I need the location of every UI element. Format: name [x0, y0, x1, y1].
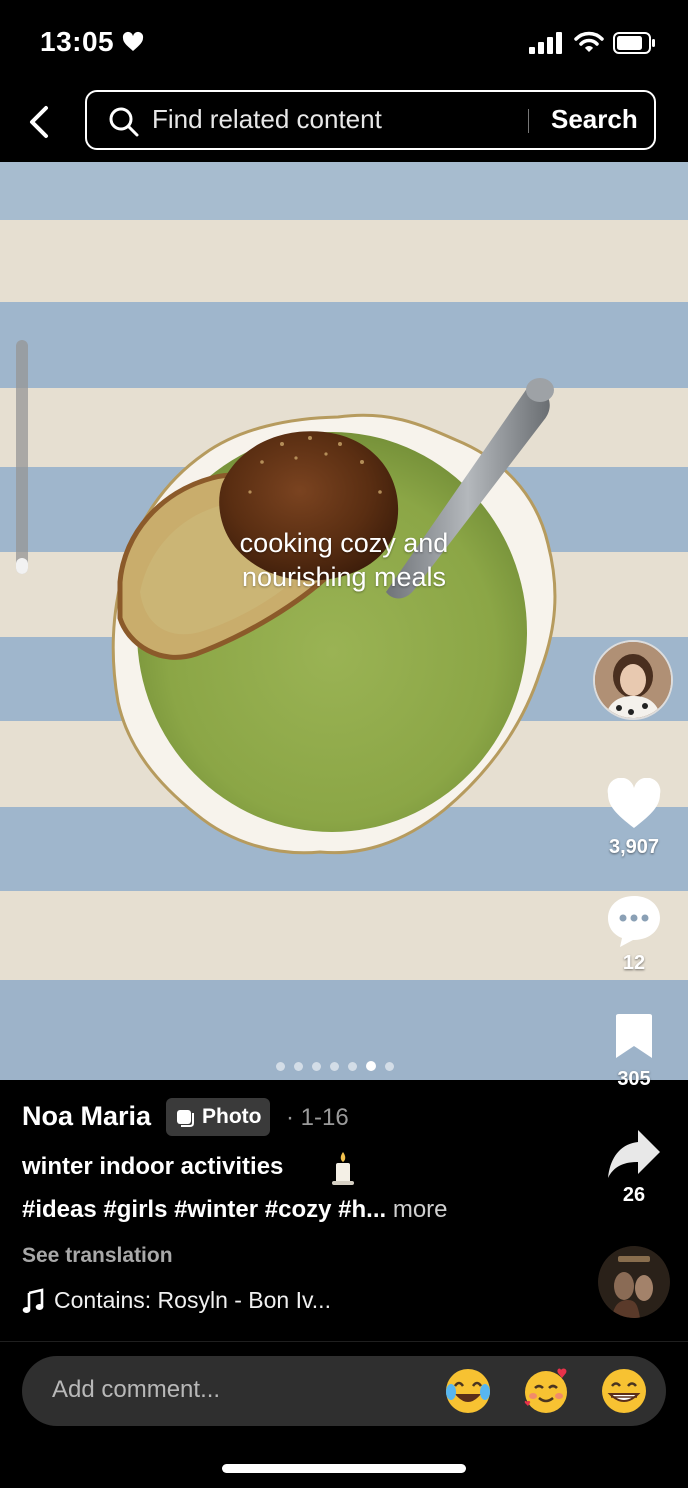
- battery-icon: [613, 32, 655, 54]
- home-indicator[interactable]: [222, 1464, 466, 1473]
- divider: [0, 1341, 688, 1342]
- post-hashtags[interactable]: #ideas #girls #winter #cozy #h... more: [22, 1196, 448, 1224]
- post-photo[interactable]: [0, 162, 688, 1080]
- heart-icon[interactable]: [606, 778, 662, 830]
- carousel-dot[interactable]: [294, 1061, 303, 1071]
- signal-icon: [529, 32, 562, 54]
- music-disc-avatar[interactable]: [598, 1246, 670, 1318]
- music-cover-image: [598, 1246, 670, 1318]
- speech-bubble-icon[interactable]: [606, 894, 662, 948]
- creator-avatar[interactable]: [593, 640, 673, 720]
- creator-avatar-image: [595, 642, 671, 718]
- carousel-dot[interactable]: [276, 1061, 285, 1071]
- photo-caption-line: nourishing meals: [241, 562, 447, 592]
- carousel-dot[interactable]: [348, 1061, 357, 1071]
- share-arrow-icon[interactable]: [606, 1128, 662, 1180]
- back-button[interactable]: [20, 100, 60, 144]
- photo-badge-label: Photo: [202, 1105, 262, 1128]
- search-button[interactable]: Search: [551, 104, 638, 135]
- post-date: · 1-16: [286, 1104, 349, 1131]
- search-input[interactable]: Find related content: [152, 104, 382, 135]
- comment-input[interactable]: Add comment...: [52, 1376, 220, 1404]
- wifi-icon: [574, 31, 604, 52]
- search-icon: [109, 107, 139, 137]
- carousel-dot[interactable]: [330, 1061, 339, 1071]
- see-translation-link[interactable]: See translation: [22, 1244, 173, 1268]
- grinning-emoji-button[interactable]: [599, 1366, 649, 1416]
- soup-photo-image: [0, 162, 688, 1080]
- carousel-dot[interactable]: [385, 1061, 394, 1071]
- search-divider: [528, 109, 529, 133]
- photo-caption: cooking cozy and nourishing meals: [0, 526, 688, 594]
- bookmark-icon[interactable]: [612, 1012, 656, 1060]
- tears-of-joy-emoji-button[interactable]: [443, 1366, 493, 1416]
- photo-caption-line: cooking cozy and: [239, 528, 449, 558]
- share-count: 26: [622, 1184, 646, 1206]
- more-link[interactable]: more: [393, 1196, 448, 1223]
- post-title: winter indoor activities: [22, 1153, 284, 1180]
- hashtag-text[interactable]: #ideas #girls #winter #cozy #h...: [22, 1196, 386, 1223]
- smiling-hearts-emoji-button[interactable]: [521, 1366, 571, 1416]
- music-note-icon: [22, 1288, 44, 1313]
- username-link[interactable]: Noa Maria: [22, 1101, 151, 1132]
- carousel-dot-active[interactable]: [366, 1061, 376, 1071]
- heart-status-icon: [122, 31, 144, 51]
- save-count: 305: [617, 1068, 651, 1090]
- photo-stack-icon: [177, 1110, 194, 1127]
- carousel-indicator[interactable]: [276, 1060, 394, 1072]
- music-title[interactable]: Contains: Rosyln - Bon Iv...: [54, 1287, 331, 1314]
- like-count: 3,907: [608, 836, 660, 858]
- comment-count: 12: [622, 952, 646, 974]
- carousel-dot[interactable]: [312, 1061, 321, 1071]
- photo-badge: Photo: [166, 1098, 271, 1136]
- candle-emoji-icon: [332, 1152, 354, 1185]
- status-time: 13:05: [40, 26, 115, 57]
